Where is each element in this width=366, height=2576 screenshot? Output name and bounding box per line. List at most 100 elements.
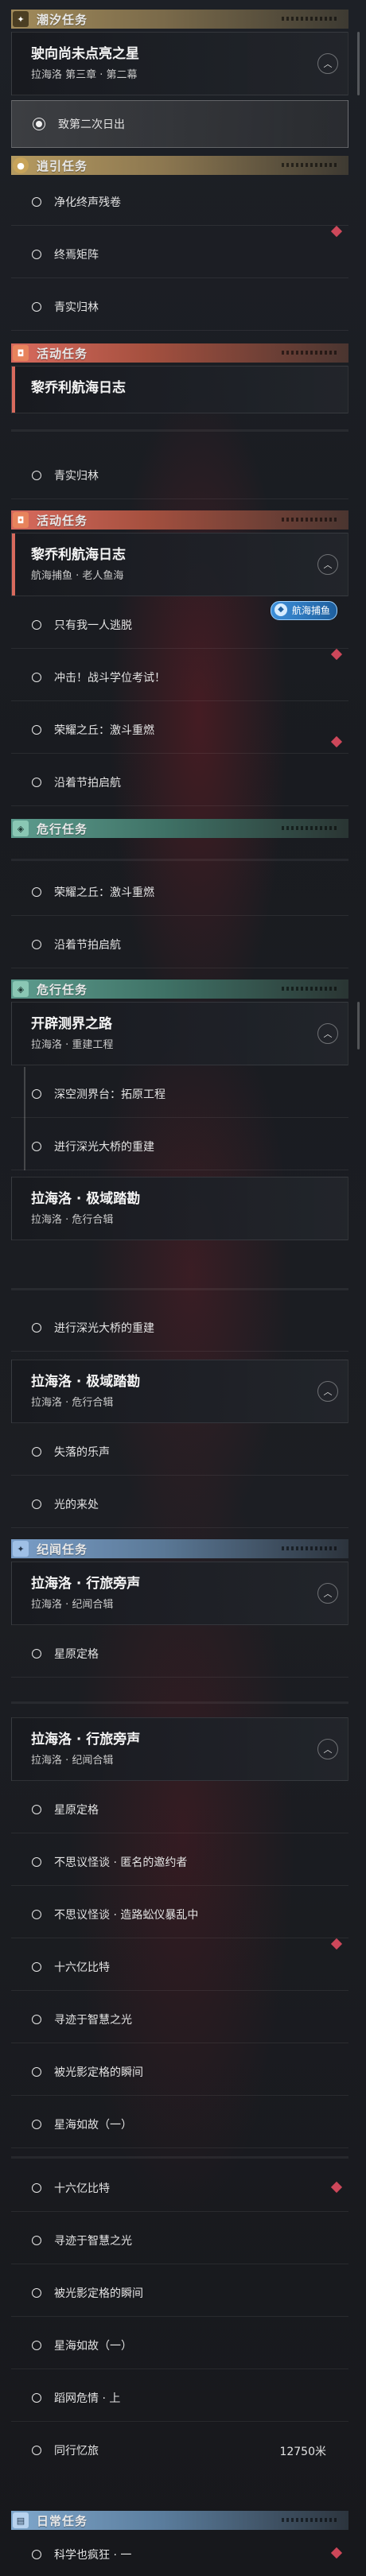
marker-diamond-icon [330, 648, 343, 661]
quest-subtitle: 拉海洛 · 纪闻合辑 [31, 1599, 114, 1611]
quest-step[interactable]: 终焉矩阵 [11, 225, 348, 278]
quest-step[interactable]: 荣耀之丘：激斗重燃 [11, 868, 348, 916]
chevron-up-icon[interactable]: ︿ [317, 53, 338, 74]
location-pin-icon: ● [13, 157, 29, 173]
radio-icon [32, 619, 41, 630]
radio-icon [32, 2550, 41, 2559]
quest-step[interactable]: 光的来处 [11, 1480, 348, 1528]
category-event-header[interactable]: ◘ 活动任务 [11, 343, 348, 363]
marker-diamond-icon [330, 225, 343, 238]
quest-step[interactable]: 星原定格 [11, 1786, 348, 1833]
quest-step[interactable]: 失落的乐声 [11, 1428, 348, 1476]
quest-card[interactable]: 拉海洛 · 极域踏勘 拉海洛 · 危行合辑 ︿ [11, 1360, 348, 1423]
category-chronicle-header[interactable]: ✦ 纪闻任务 [11, 1539, 348, 1558]
quest-list[interactable]: ✦ 潮汐任务 驶向尚未点亮之星 拉海洛 第三章 · 第二幕 ︿ 致第二次日出 ●… [0, 0, 366, 2576]
step-label: 星海如故（一） [54, 2118, 132, 2132]
radio-icon [32, 196, 41, 207]
quest-card[interactable]: 拉海洛 · 行旅旁声 拉海洛 · 纪闻合辑 ︿ [11, 1562, 348, 1625]
radio-icon [32, 1322, 41, 1333]
step-label: 致第二次日出 [58, 118, 125, 131]
quest-step[interactable]: 青实归林 [11, 452, 348, 499]
radio-icon [32, 2235, 41, 2245]
quest-subtitle: 拉海洛 · 危行合辑 [31, 1214, 114, 1226]
step-label: 荣耀之丘：激斗重燃 [54, 724, 154, 737]
chevron-up-icon[interactable]: ︿ [317, 1023, 338, 1044]
quest-step[interactable]: 只有我一人逃脱 [11, 601, 348, 649]
category-danger-header[interactable]: ◈ 危行任务 [11, 819, 348, 838]
star-icon: ✦ [13, 11, 29, 27]
quest-step[interactable]: 寻迹于智慧之光 [11, 2217, 348, 2264]
radio-icon [32, 1088, 41, 1099]
step-label: 沿着节拍启航 [54, 938, 121, 952]
quest-step[interactable]: 进行深光大桥的重建 [11, 1304, 348, 1352]
quest-card[interactable]: 开辟测界之路 拉海洛 · 重建工程 ︿ [11, 1002, 348, 1065]
quest-step[interactable]: 星原定格 [11, 1630, 348, 1678]
quest-step[interactable]: 同行忆旅 12750米 [11, 2427, 348, 2474]
category-label: 危行任务 [37, 982, 88, 997]
header-decoration [282, 2518, 337, 2522]
quest-step[interactable]: 不思议怪谈 · 造路蚣仪暴乱中 [11, 1891, 348, 1938]
category-danger-header[interactable]: ◈ 危行任务 [11, 980, 348, 999]
step-label: 净化终声残卷 [54, 196, 121, 209]
quest-title: 拉海洛 · 行旅旁声 [31, 1732, 141, 1748]
step-label: 不思议怪谈 · 匿名的邀约者 [54, 1856, 188, 1869]
quest-card[interactable]: 拉海洛 · 极域踏勘 拉海洛 · 危行合辑 [11, 1177, 348, 1240]
quest-step[interactable]: 十六亿比特 [11, 1938, 348, 1991]
quest-step[interactable]: 不思议怪谈 · 匿名的邀约者 [11, 1838, 348, 1886]
category-label: 逍引任务 [37, 158, 88, 173]
quest-step[interactable]: 寻迹于智慧之光 [11, 1996, 348, 2043]
quest-step[interactable]: 星海如故（一） [11, 2101, 348, 2148]
quest-title: 驶向尚未点亮之星 [31, 46, 139, 62]
quest-step[interactable]: 青实归林 [11, 283, 348, 331]
quest-step[interactable]: 进行深光大桥的重建 [11, 1123, 348, 1170]
quest-step[interactable]: 净化终声残卷 [11, 178, 348, 226]
header-decoration [282, 826, 337, 830]
quest-title: 黎乔利航海日志 [31, 380, 126, 396]
quest-step[interactable]: 荣耀之丘：激斗重燃 [11, 706, 348, 754]
radio-icon [32, 301, 41, 312]
chevron-up-icon[interactable]: ︿ [317, 1381, 338, 1402]
card-accent [12, 533, 15, 596]
quest-step[interactable]: 沿着节拍启航 [11, 758, 348, 806]
quest-title: 拉海洛 · 行旅旁声 [31, 1576, 141, 1592]
quest-step[interactable]: 深空测界台：拓原工程 [11, 1070, 348, 1118]
radio-icon [32, 1909, 41, 1919]
step-label: 被光影定格的瞬间 [54, 2066, 143, 2079]
step-label: 荣耀之丘：激斗重燃 [54, 886, 154, 899]
radio-icon [32, 470, 41, 480]
quest-step[interactable]: 被光影定格的瞬间 [11, 2269, 348, 2317]
category-label: 活动任务 [37, 346, 88, 361]
quest-card[interactable]: 黎乔利航海日志 航海捕鱼 · 老人鱼海 ︿ [11, 533, 348, 596]
chevron-up-icon[interactable]: ︿ [317, 1583, 338, 1604]
quest-card[interactable]: 黎乔利航海日志 [11, 366, 348, 413]
scrollbar-thumb[interactable] [357, 1002, 360, 1049]
quest-step-selected[interactable]: 致第二次日出 [11, 100, 348, 148]
quest-step[interactable]: 沿着节拍启航 [11, 921, 348, 968]
chevron-up-icon[interactable]: ︿ [317, 1739, 338, 1759]
step-label: 进行深光大桥的重建 [54, 1321, 154, 1335]
step-label: 被光影定格的瞬间 [54, 2287, 143, 2300]
marker-diamond-icon [330, 2181, 343, 2194]
quest-card[interactable]: 驶向尚未点亮之星 拉海洛 第三章 · 第二幕 ︿ [11, 32, 348, 95]
event-icon: ◘ [13, 345, 29, 361]
radio-icon [32, 2066, 41, 2077]
radio-icon [32, 2392, 41, 2403]
quest-step[interactable]: 被光影定格的瞬间 [11, 2048, 348, 2096]
quest-card[interactable]: 拉海洛 · 行旅旁声 拉海洛 · 纪闻合辑 ︿ [11, 1717, 348, 1781]
quest-step[interactable]: 十六亿比特 [11, 2164, 348, 2212]
category-tide-header[interactable]: ✦ 潮汐任务 [11, 10, 348, 29]
radio-icon [32, 1141, 41, 1151]
danger-icon: ◈ [13, 821, 29, 836]
quest-step[interactable]: 冲击！战斗学位考试！ [11, 648, 348, 701]
radio-icon [32, 724, 41, 735]
category-daily-header[interactable]: ▤ 日常任务 [11, 2511, 348, 2530]
quest-step[interactable]: 科学也疯狂 · 一 [11, 2533, 348, 2576]
chevron-up-icon[interactable]: ︿ [317, 554, 338, 575]
scrollbar-thumb[interactable] [357, 32, 360, 95]
category-guide-header[interactable]: ● 逍引任务 [11, 156, 348, 175]
quest-step[interactable]: 蹈网危情 · 上 [11, 2374, 348, 2422]
header-decoration [282, 1546, 337, 1550]
category-event-header[interactable]: ◘ 活动任务 [11, 510, 348, 530]
quest-step[interactable]: 星海如故（一） [11, 2322, 348, 2369]
category-label: 日常任务 [37, 2513, 88, 2528]
